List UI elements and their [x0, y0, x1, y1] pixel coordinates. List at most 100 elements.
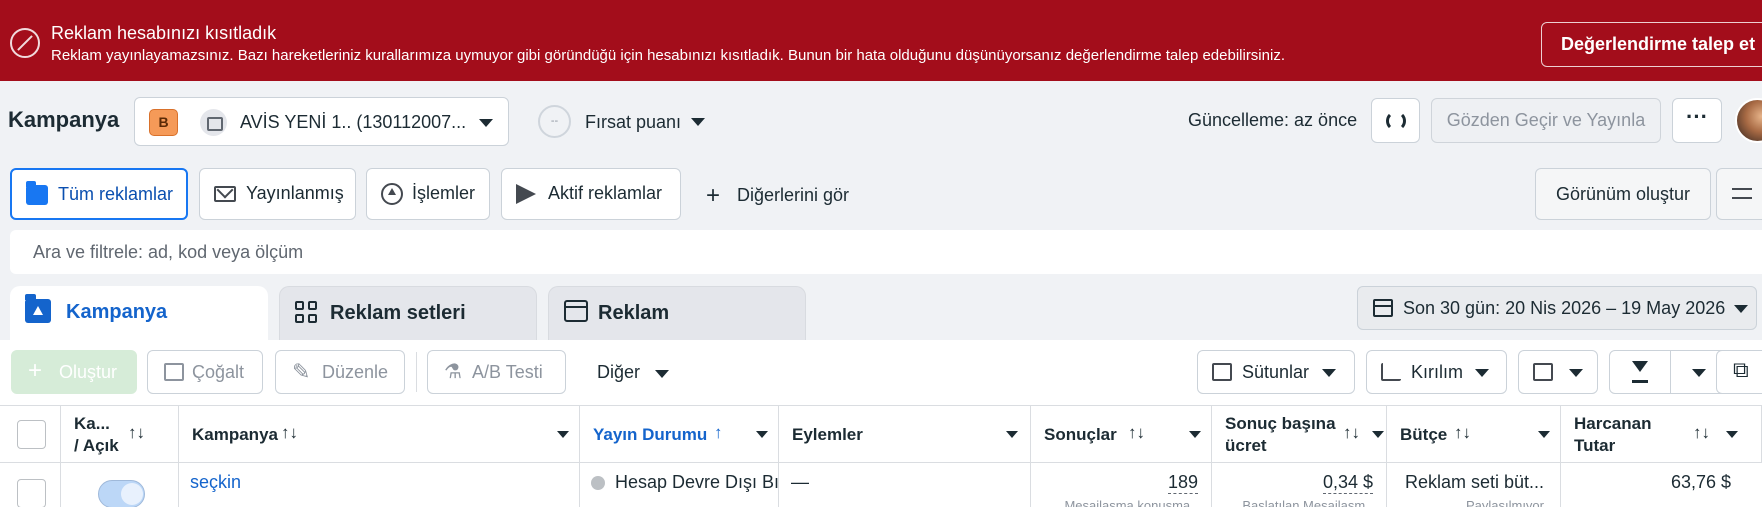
duplicate-label: Çoğalt	[192, 362, 245, 382]
row-spent-cell: 63,76 $	[1561, 463, 1762, 507]
pencil-icon: ✎	[292, 359, 311, 384]
actions-value: —	[791, 472, 809, 492]
chevron-down-icon	[1372, 431, 1384, 438]
account-selector[interactable]: B AVİS YENİ 1.. (130112007...	[134, 97, 509, 146]
row-checkbox[interactable]	[17, 479, 46, 507]
column-label: Ka... / Açık	[74, 414, 119, 455]
flask-icon: ⚗	[444, 361, 462, 383]
tab-active-ads[interactable]: Aktif reklamlar	[501, 168, 681, 220]
plus-icon: +	[706, 182, 721, 209]
chevron-down-icon[interactable]	[655, 370, 669, 378]
prohibited-icon	[10, 28, 40, 58]
opportunity-score-icon: --	[538, 105, 571, 138]
tab-campaign[interactable]: Kampanya	[10, 286, 268, 340]
column-budget[interactable]: Bütçe ↑↓	[1387, 406, 1561, 463]
tab-ad-sets[interactable]: Reklam setleri	[279, 286, 537, 340]
chevron-down-icon	[1006, 431, 1018, 438]
row-toggle-cell	[61, 463, 179, 507]
columns-button[interactable]: Sütunlar	[1197, 350, 1355, 394]
breakdown-button[interactable]: Kırılım	[1366, 350, 1507, 394]
budget-subtext: Paylaşılmıyor	[1465, 498, 1544, 507]
column-label: Kampanya	[192, 425, 278, 444]
toolbar-divider	[416, 352, 417, 392]
campaign-toggle[interactable]	[98, 480, 145, 507]
search-area	[0, 228, 1762, 276]
create-button[interactable]: + Oluştur	[11, 350, 137, 394]
row-actions-cell: —	[779, 463, 1031, 507]
row-campaign-cell: seçkin	[179, 463, 580, 507]
column-campaign[interactable]: Kampanya ↑↓	[179, 406, 580, 463]
table-row[interactable]: seçkin Hesap Devre Dışı Bı — 189 Mesajla…	[0, 463, 1762, 507]
tab-label: İşlemler	[412, 183, 476, 203]
chevron-down-icon	[1189, 431, 1201, 438]
chevron-down-icon	[1692, 369, 1706, 377]
sort-icon: ↑↓	[1343, 423, 1360, 442]
cost-subtext: Başlatılan Mesajlaşm...	[1242, 498, 1376, 507]
chevron-down-icon[interactable]	[691, 118, 705, 126]
plus-icon: +	[28, 357, 43, 384]
chevron-down-icon	[1322, 369, 1336, 377]
restriction-banner: Reklam hesabınızı kısıtladık Reklam yayı…	[0, 0, 1762, 81]
export-button[interactable]	[1609, 350, 1732, 394]
other-menu[interactable]: Diğer	[597, 362, 640, 383]
column-label: Yayın Durumu	[593, 425, 708, 444]
tab-all-ads[interactable]: Tüm reklamlar	[10, 168, 188, 220]
column-label: Harcanan Tutar	[1574, 414, 1652, 455]
more-options-button[interactable]: ···	[1672, 98, 1722, 143]
top-bar: Kampanya B AVİS YENİ 1.. (130112007... -…	[0, 81, 1762, 158]
results-subtext: Mesajlaşma konuşma...	[1064, 498, 1201, 507]
column-cost-per-result[interactable]: Sonuç başına ücret ↑↓	[1212, 406, 1387, 463]
see-more-link[interactable]: Diğerlerini gör	[737, 185, 849, 206]
date-range-picker[interactable]: Son 30 gün: 20 Nis 2026 – 19 May 2026	[1357, 286, 1757, 330]
delivery-status: Hesap Devre Dışı Bı	[615, 472, 779, 492]
report-icon	[1533, 363, 1553, 381]
edit-button[interactable]: ✎ Düzenle	[275, 350, 405, 394]
sliders-icon[interactable]	[1716, 168, 1762, 220]
spent-value: 63,76 $	[1671, 472, 1732, 492]
chevron-down-icon	[479, 119, 493, 127]
opportunity-score-label[interactable]: Fırsat puanı	[585, 112, 681, 133]
column-delivery[interactable]: Yayın Durumu ↑	[580, 406, 779, 463]
review-publish-button[interactable]: Gözden Geçir ve Yayınla	[1431, 98, 1661, 143]
tab-label: Yayınlanmış	[246, 183, 344, 203]
chevron-down-icon	[1726, 431, 1738, 438]
column-onoff[interactable]: Ka... / Açık ↑↓	[61, 406, 179, 463]
sort-icon: ↑↓	[1128, 423, 1145, 442]
column-amount-spent[interactable]: Harcanan Tutar ↑↓	[1561, 406, 1762, 463]
row-delivery-cell: Hesap Devre Dışı Bı	[580, 463, 779, 507]
campaign-name-link[interactable]: seçkin	[190, 472, 241, 493]
campaign-folder-icon	[25, 294, 51, 323]
column-results[interactable]: Sonuçlar ↑↓	[1031, 406, 1212, 463]
refresh-button[interactable]	[1371, 98, 1420, 143]
avatar[interactable]	[1735, 98, 1762, 143]
results-value[interactable]: 189	[1167, 472, 1198, 494]
sort-icon: ↑↓	[128, 423, 145, 442]
columns-label: Sütunlar	[1242, 362, 1310, 382]
ab-test-button[interactable]: ⚗ A/B Testi	[427, 350, 566, 394]
update-status: Güncelleme: az önce	[1188, 110, 1358, 130]
sort-asc-icon: ↑	[714, 423, 723, 442]
calendar-icon	[1373, 299, 1393, 317]
chart-button[interactable]: ⧉	[1716, 350, 1762, 394]
request-review-button[interactable]: Değerlendirme talep et	[1541, 22, 1762, 67]
search-input[interactable]	[10, 230, 1762, 274]
chevron-down-icon	[1538, 431, 1550, 438]
duplicate-button[interactable]: Çoğalt	[147, 350, 263, 394]
ad-window-icon	[564, 300, 588, 322]
refresh-icon	[1386, 111, 1406, 131]
tab-label: Tüm reklamlar	[58, 184, 174, 204]
sort-icon: ↑↓	[281, 423, 298, 442]
create-view-button[interactable]: Görünüm oluştur	[1535, 168, 1711, 220]
sort-icon: ↑↓	[1693, 423, 1710, 442]
tab-ads[interactable]: Reklam	[548, 286, 806, 340]
download-icon	[1632, 361, 1648, 383]
cost-value[interactable]: 0,34 $	[1322, 472, 1373, 494]
select-all-checkbox[interactable]	[17, 420, 46, 449]
reports-button[interactable]	[1518, 350, 1598, 394]
column-actions[interactable]: Eylemler	[779, 406, 1031, 463]
edit-label: Düzenle	[322, 362, 389, 382]
tab-actions[interactable]: İşlemler	[366, 168, 490, 220]
tab-published[interactable]: Yayınlanmış	[199, 168, 356, 220]
account-name: AVİS YENİ 1.. (130112007...	[240, 112, 467, 132]
envelope-icon	[214, 186, 236, 202]
